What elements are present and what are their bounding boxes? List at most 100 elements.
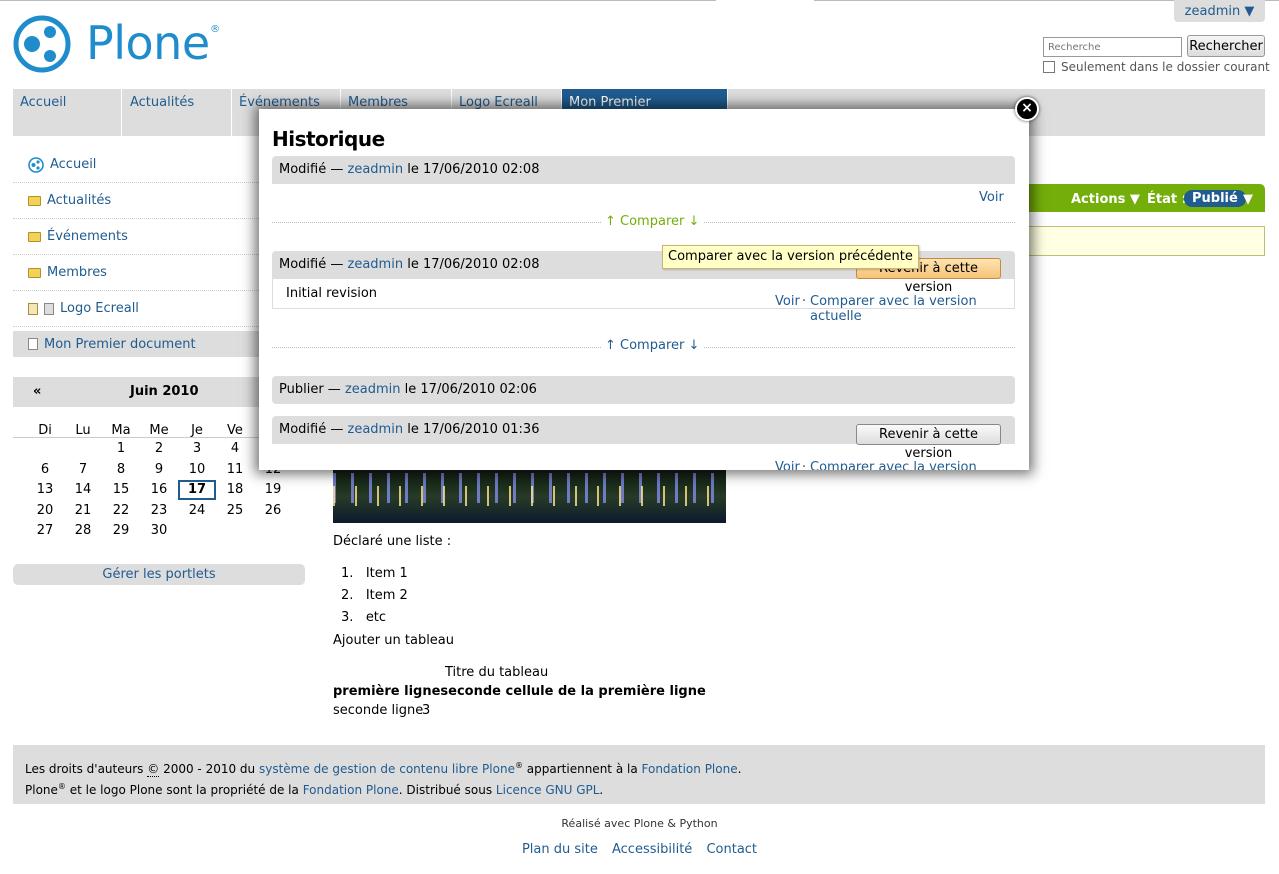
- calendar-month-title: Juin 2010: [130, 384, 199, 399]
- calendar-today: 17: [178, 480, 216, 500]
- table-cell: 3: [422, 703, 431, 718]
- compare-current-link[interactable]: Comparer avec la version actuelle: [810, 460, 1015, 470]
- history-user-link[interactable]: zeadmin: [345, 382, 401, 397]
- revision-comment: Initial revision: [286, 286, 378, 301]
- copyright-abbr: ©: [147, 762, 160, 777]
- compare-link[interactable]: ↑ Comparer ↓: [601, 338, 704, 353]
- calendar-day: 25: [226, 502, 244, 518]
- portal-message: [1020, 226, 1265, 256]
- revert-version-button[interactable]: Revenir à cette version: [856, 424, 1001, 461]
- compare-current-link[interactable]: Comparer avec la version actuelle: [810, 294, 1015, 324]
- plone-foundation-link[interactable]: Fondation Plone: [303, 783, 399, 797]
- calendar-day: 16: [150, 482, 168, 497]
- calendar-weekday: Ve: [227, 423, 243, 438]
- calendar-weekday: Di: [38, 423, 52, 438]
- sidebar-item-label: Mon Premier document: [44, 336, 196, 352]
- folder-icon: [28, 267, 41, 278]
- table-intro: Ajouter un tableau: [333, 633, 455, 648]
- history-list[interactable]: Modifié — zeadmin le 17/06/2010 02:08 Vo…: [272, 156, 1015, 470]
- calendar-day: 21: [74, 502, 92, 518]
- gnu-gpl-link[interactable]: Licence GNU GPL: [496, 783, 600, 797]
- plone-cms-link[interactable]: système de gestion de contenu libre Plon…: [259, 762, 515, 776]
- site-actions: Plan du site Accessibilité Contact: [0, 842, 1279, 857]
- sidebar-item-label: Logo Ecreall: [60, 301, 139, 316]
- calendar-day: 13: [36, 482, 54, 497]
- calendar-prev-month[interactable]: «: [33, 384, 41, 399]
- list-number: 3.: [341, 610, 354, 625]
- sitemap-link[interactable]: Plan du site: [522, 842, 598, 857]
- calendar-day: 19: [264, 482, 282, 497]
- plone-foundation-link[interactable]: Fondation Plone: [642, 762, 738, 776]
- calendar-weekday: Me: [149, 423, 169, 438]
- logo-registered-mark: ®: [210, 24, 220, 35]
- content-action-bar: Actions ▼ État : Publié ▼: [1020, 184, 1265, 212]
- calendar-day: 20: [36, 502, 54, 518]
- list-text: etc: [365, 610, 387, 625]
- table-caption: Titre du tableau: [445, 665, 549, 680]
- top-border: [0, 0, 1279, 1]
- actions-menu[interactable]: Actions ▼: [1071, 192, 1140, 207]
- calendar-day: 11: [226, 461, 244, 477]
- contact-link[interactable]: Contact: [706, 842, 757, 857]
- current-folder-checkbox[interactable]: [1043, 61, 1055, 73]
- folder-icon: [28, 195, 41, 206]
- plone-logo-icon: [13, 15, 71, 73]
- accessibility-link[interactable]: Accessibilité: [612, 842, 692, 857]
- tab-accueil[interactable]: Accueil: [13, 89, 122, 136]
- top-border-gap: [716, 0, 814, 2]
- search-input[interactable]: [1043, 37, 1182, 57]
- state-badge[interactable]: Publié: [1184, 190, 1246, 207]
- user-menu[interactable]: zeadmin ▼: [1174, 0, 1265, 22]
- calendar-day: 10: [188, 461, 206, 477]
- history-user-link[interactable]: zeadmin: [348, 257, 404, 272]
- calendar-day: 30: [150, 523, 168, 538]
- calendar-day: 18: [226, 482, 244, 497]
- close-icon[interactable]: ×: [1015, 97, 1039, 121]
- logo-wordmark: Plone ®: [86, 16, 220, 70]
- calendar-day: 4: [230, 441, 240, 456]
- list-intro: Déclaré une liste :: [333, 534, 452, 549]
- history-entry-header: Publier — zeadmin le 17/06/2010 02:06: [272, 376, 1015, 404]
- search-button[interactable]: Rechercher: [1187, 35, 1265, 57]
- history-user-link[interactable]: zeadmin: [348, 422, 404, 437]
- calendar-day: 1: [116, 441, 126, 456]
- view-version-link[interactable]: Voir: [775, 460, 800, 470]
- list-item: 2. Item 2: [341, 588, 408, 603]
- calendar-day: 15: [112, 482, 130, 497]
- sidebar-item-label: Actualités: [47, 193, 112, 208]
- calendar-day: 2: [154, 441, 164, 456]
- site-home-icon: [28, 156, 44, 173]
- state-label: État :: [1147, 192, 1187, 207]
- calendar-day: 8: [116, 461, 126, 477]
- list-number: 2.: [341, 588, 354, 603]
- view-version-link[interactable]: Voir: [775, 294, 800, 309]
- site-logo[interactable]: Plone ®: [13, 15, 220, 73]
- state-dropdown-icon[interactable]: ▼: [1243, 192, 1253, 207]
- list-item: 3. etc: [341, 610, 386, 625]
- sidebar-item-label: Accueil: [50, 157, 97, 172]
- link-separator: ·: [802, 460, 807, 470]
- history-user-link[interactable]: zeadmin: [348, 162, 404, 177]
- view-version-link[interactable]: Voir: [979, 190, 1004, 205]
- list-number: 1.: [341, 566, 354, 581]
- document-icon: [28, 338, 38, 350]
- compare-link[interactable]: ↑ Comparer ↓: [601, 214, 704, 229]
- list-text: Item 1: [365, 566, 408, 581]
- sidebar-item-label: Événements: [47, 229, 128, 244]
- tab-actualites[interactable]: Actualités: [123, 89, 232, 136]
- calendar-day: 28: [74, 523, 92, 538]
- calendar-day: 3: [192, 441, 202, 456]
- search-current-folder-option[interactable]: Seulement dans le dossier courant: [1043, 60, 1270, 74]
- table-cell: seconde ligne: [333, 703, 424, 718]
- footer-copyright-line: Les droits d'auteurs © 2000 - 2010 du sy…: [25, 761, 742, 777]
- manage-portlets-link[interactable]: Gérer les portlets: [13, 564, 305, 585]
- calendar-weekday: Ma: [111, 423, 131, 438]
- calendar-day: 26: [264, 502, 282, 518]
- current-folder-label: Seulement dans le dossier courant: [1061, 60, 1270, 74]
- list-item: 1. Item 1: [341, 566, 408, 581]
- calendar-day: 23: [150, 502, 168, 518]
- sidebar-item-label: Membres: [47, 265, 107, 280]
- calendar-weekday: Je: [191, 423, 203, 438]
- footer-trademark-line: Plone® et le logo Plone sont la propriét…: [25, 782, 604, 797]
- colophon: Réalisé avec Plone & Python: [561, 817, 718, 830]
